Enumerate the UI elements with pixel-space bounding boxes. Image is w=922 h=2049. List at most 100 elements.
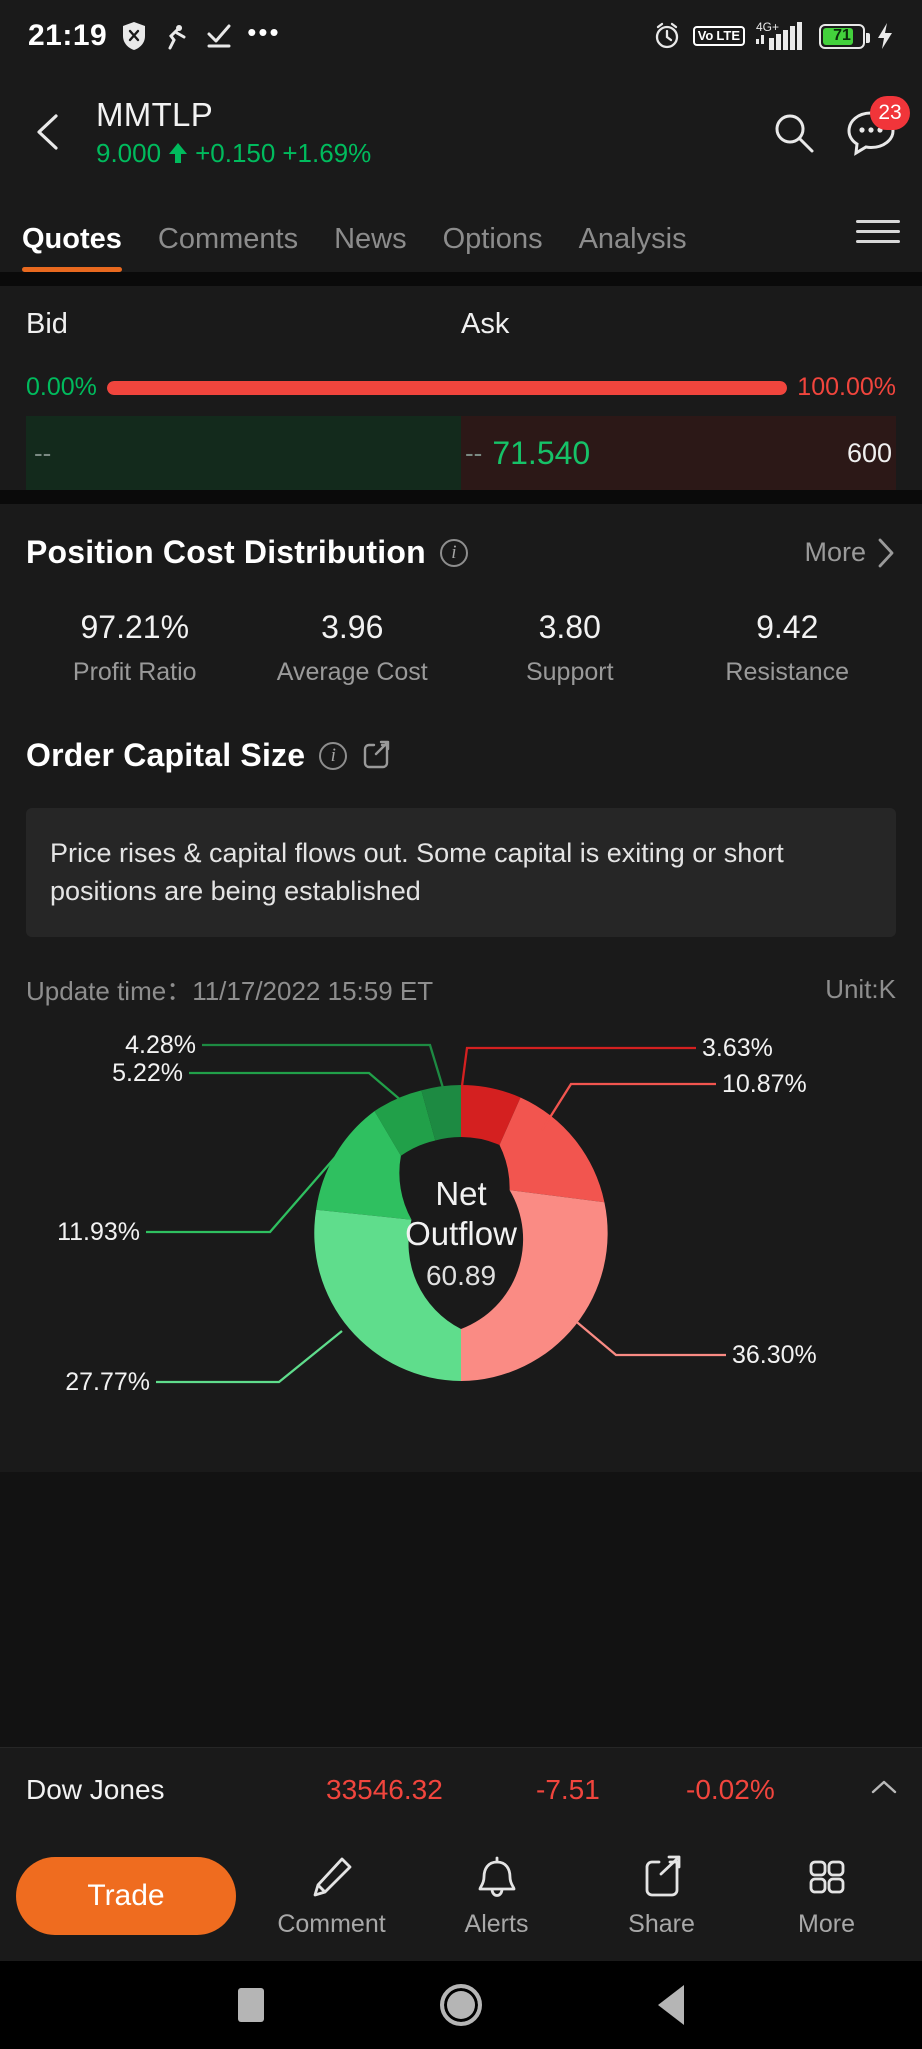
arrow-up-icon	[168, 141, 188, 165]
position-cost-stats: 97.21% Profit Ratio 3.96 Average Cost 3.…	[26, 609, 896, 687]
search-icon[interactable]	[770, 109, 816, 155]
chart-unit: Unit:K	[825, 973, 896, 1004]
order-capital-header: Order Capital Size i	[26, 737, 896, 774]
ask-percent: 100.00%	[797, 373, 896, 401]
stat-profit-ratio: 97.21% Profit Ratio	[72, 609, 197, 686]
label-36.30: 36.30%	[732, 1341, 817, 1369]
donut-center-line2: Outflow	[405, 1214, 517, 1252]
volte-icon: Vo LTE	[692, 25, 745, 47]
bid-ask-rows: -- -- -- 71.540 600	[26, 416, 896, 490]
hamburger-icon[interactable]	[856, 213, 900, 272]
bid-cell[interactable]: -- --	[26, 416, 461, 490]
tab-bar: Quotes Comments News Options Analysis	[0, 192, 922, 272]
tab-options[interactable]: Options	[443, 223, 543, 272]
section-divider	[0, 272, 922, 286]
battery-level: 71	[833, 27, 851, 44]
ask-cell[interactable]: -- 71.540 600	[461, 416, 896, 490]
label-10.87: 10.87%	[722, 1070, 807, 1098]
chevron-right-icon	[876, 537, 896, 569]
bid-price: --	[34, 437, 52, 468]
bid-percent: 0.00%	[26, 373, 97, 401]
bell-icon	[474, 1854, 520, 1900]
index-value: 33546.32	[326, 1773, 443, 1805]
order-capital-description-box: Price rises & capital flows out. Some ca…	[26, 808, 896, 937]
donut-center-line1: Net	[435, 1174, 487, 1212]
bid-ask-ratio-bar: 0.00% 100.00%	[26, 373, 896, 402]
label-4.28: 4.28%	[125, 1031, 196, 1059]
position-cost-more-link[interactable]: More	[804, 537, 896, 569]
donut-center-value: 60.89	[425, 1259, 497, 1291]
tab-list: Quotes Comments News Options Analysis	[22, 192, 848, 272]
position-cost-section: Position Cost Distribution i More 97.21%…	[0, 504, 922, 713]
battery-icon: 71	[819, 23, 870, 49]
index-change-percent: -0.02%	[686, 1773, 775, 1805]
circle-icon[interactable]	[440, 1984, 482, 2026]
ratio-track	[106, 380, 788, 395]
share-icon[interactable]	[361, 740, 391, 772]
app-screen: 21:19 ••• Vo LTE 4G+ 71 MMTLP 9.000 +0.1…	[0, 0, 922, 2049]
stat-resistance: 9.42 Resistance	[725, 609, 850, 686]
bottom-action-bar: Trade Comment Alerts Share More	[0, 1831, 922, 1961]
info-icon[interactable]: i	[319, 741, 348, 770]
running-icon	[161, 21, 191, 51]
tab-quotes[interactable]: Quotes	[22, 223, 122, 272]
ellipsis-icon: •••	[247, 16, 281, 47]
chat-unread-badge: 23	[870, 96, 910, 130]
order-capital-donut-chart: 3.63% 10.87% 36.30% 4.28% 5.22% 11.93% 2…	[26, 1018, 896, 1438]
checkmark-icon	[205, 22, 233, 50]
chart-meta-row: Update time：11/17/2022 15:59 ET Unit:K	[26, 971, 896, 1008]
ask-label: Ask	[461, 308, 510, 340]
ask-size: 600	[846, 437, 892, 468]
shield-icon	[121, 21, 147, 51]
status-bar: 21:19 ••• Vo LTE 4G+ 71	[0, 0, 922, 72]
square-icon[interactable]	[238, 1988, 264, 2022]
index-ticker-bar[interactable]: Dow Jones 33546.32 -7.51 -0.02%	[0, 1747, 922, 1831]
order-capital-description: Price rises & capital flows out. Some ca…	[50, 838, 784, 907]
action-share[interactable]: Share	[582, 1854, 741, 1939]
info-icon[interactable]: i	[439, 538, 468, 567]
action-more[interactable]: More	[747, 1854, 906, 1939]
label-5.22: 5.22%	[112, 1059, 183, 1087]
bid-ask-headers: Bid Ask	[26, 308, 896, 341]
main-content: Bid Ask 0.00% 100.00% -- -- -- 71.540	[0, 286, 922, 1747]
index-change: -7.51	[536, 1773, 600, 1805]
trade-button[interactable]: Trade	[16, 1857, 236, 1935]
order-capital-title: Order Capital Size	[26, 737, 306, 773]
order-capital-section: Order Capital Size i Price rises & capit…	[0, 713, 922, 1472]
label-3.63: 3.63%	[702, 1034, 773, 1062]
status-bar-right: Vo LTE 4G+ 71	[652, 20, 894, 52]
signal-icon: 4G+	[756, 20, 808, 52]
status-bar-left: 21:19 •••	[28, 19, 281, 53]
back-arrow-icon[interactable]	[26, 108, 74, 156]
update-time: Update time：11/17/2022 15:59 ET	[26, 975, 434, 1006]
label-27.77: 27.77%	[65, 1368, 150, 1396]
position-cost-header: Position Cost Distribution i More	[26, 534, 896, 571]
tab-news[interactable]: News	[334, 223, 407, 272]
pencil-icon	[309, 1854, 355, 1900]
price-change: +0.150	[195, 137, 276, 168]
tab-analysis[interactable]: Analysis	[579, 223, 687, 272]
section-divider-2	[0, 490, 922, 504]
svg-text:4G+: 4G+	[756, 20, 779, 34]
stat-support: 3.80 Support	[525, 609, 614, 686]
donut-center-text: Net Outflow 60.89	[405, 1173, 517, 1292]
last-price: 9.000	[96, 137, 162, 168]
index-name: Dow Jones	[26, 1773, 165, 1805]
header-actions: 23	[770, 96, 910, 156]
tab-comments[interactable]: Comments	[158, 223, 298, 272]
stat-average-cost: 3.96 Average Cost	[276, 609, 428, 686]
status-time: 21:19	[28, 19, 108, 52]
label-11.93: 11.93%	[57, 1218, 140, 1246]
bid-label: Bid	[26, 308, 68, 340]
chat-bubble-icon[interactable]: 23	[846, 96, 910, 156]
charging-bolt-icon	[876, 22, 894, 50]
action-alerts[interactable]: Alerts	[417, 1854, 576, 1939]
action-comment[interactable]: Comment	[252, 1854, 411, 1939]
ask-dash: --	[465, 437, 483, 468]
chevron-up-icon[interactable]	[870, 1777, 897, 1802]
symbol-block[interactable]: MMTLP 9.000 +0.150 +1.69%	[96, 96, 748, 169]
ask-ratio-fill	[106, 380, 788, 395]
position-cost-title: Position Cost Distribution	[26, 534, 426, 570]
triangle-back-icon[interactable]	[658, 1985, 684, 2025]
alarm-icon	[652, 21, 682, 51]
